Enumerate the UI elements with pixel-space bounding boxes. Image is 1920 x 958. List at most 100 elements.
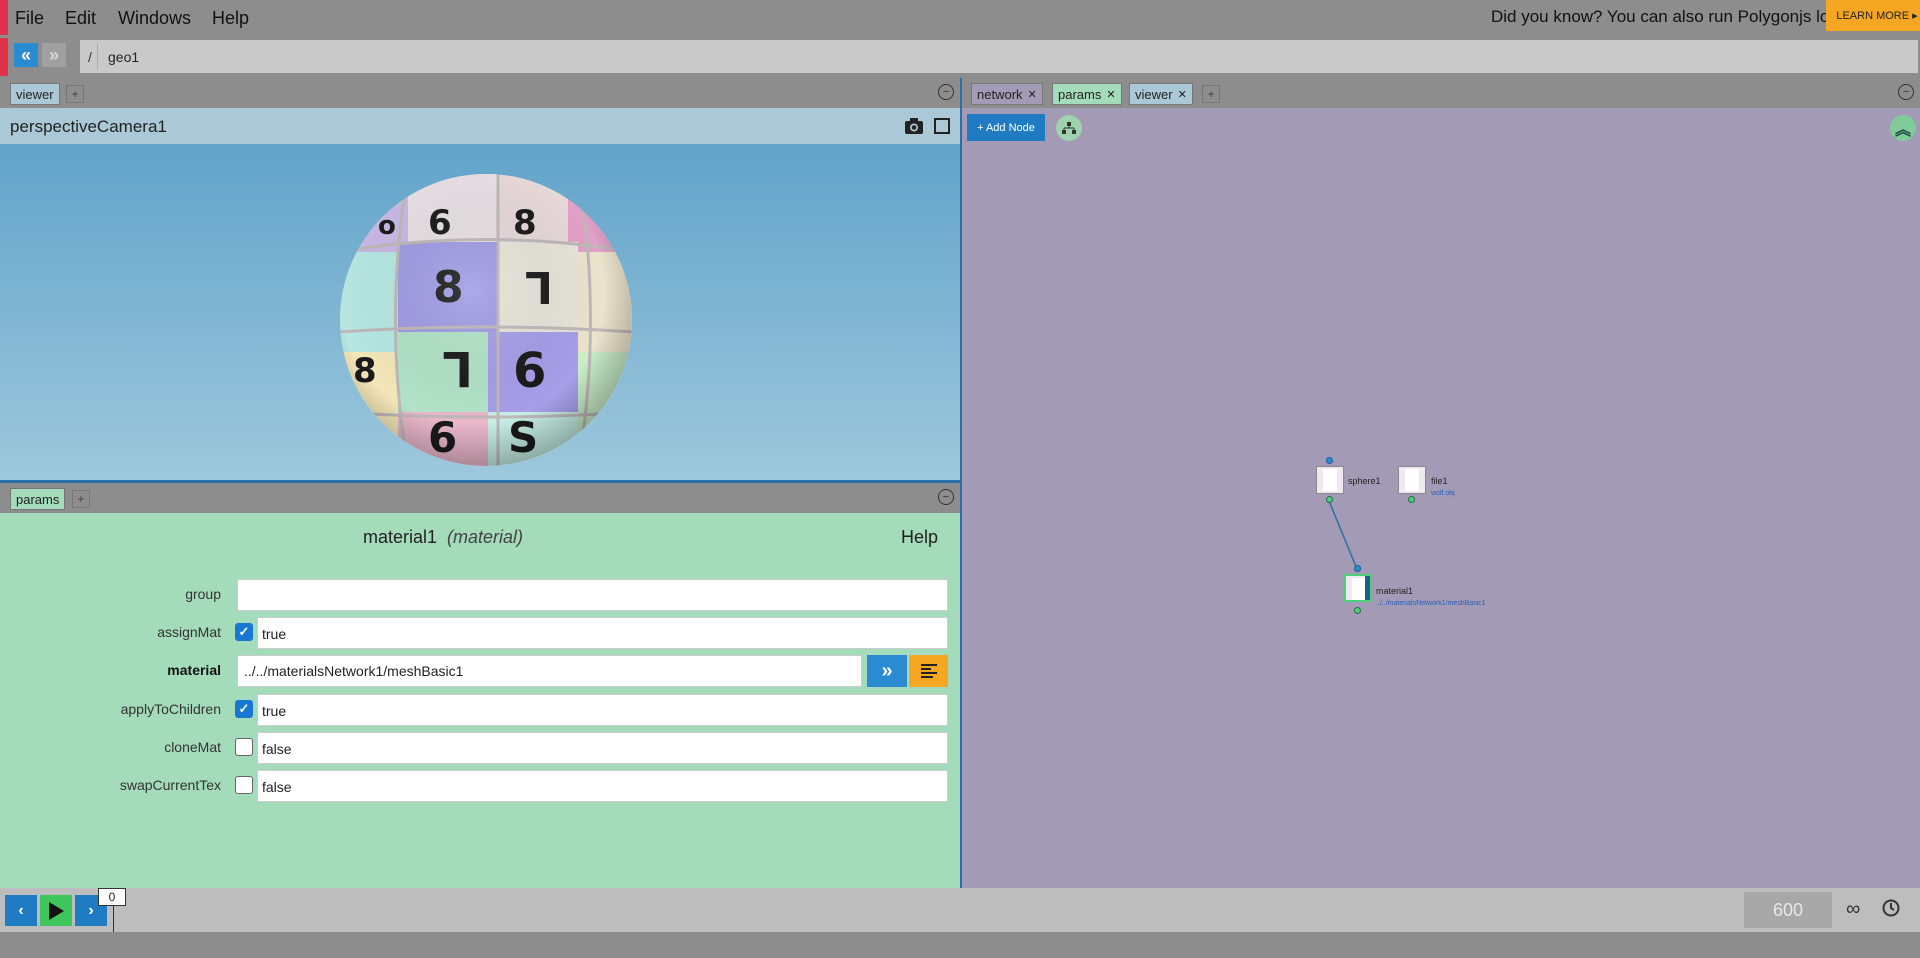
swapcurrenttex-checkbox[interactable] [235,776,253,794]
param-label: material [167,662,221,678]
play-icon [49,901,64,920]
param-label: applyToChildren [120,701,221,717]
param-row-material: material ../../materialsNetwork1/meshBas… [0,653,960,687]
double-chevron-left-icon: « [20,44,31,65]
output-port[interactable] [1354,607,1361,614]
node-connection [1328,500,1358,570]
applytochildren-value: true [257,694,948,726]
tab-label: viewer [1135,86,1173,102]
tab-network[interactable]: network ✕ [971,83,1043,105]
checkmark-icon: ✓ [238,701,250,716]
tab-params[interactable]: params [10,488,66,510]
previous-frame-button[interactable]: ‹ [5,895,37,926]
output-port[interactable] [1408,496,1415,503]
playhead-line [113,906,114,932]
chevron-right-icon: › [88,901,94,919]
tab-label: network [977,86,1023,102]
checkmark-icon: ✓ [238,624,250,639]
menu-help[interactable]: Help [212,8,249,29]
close-icon[interactable]: ✕ [1178,88,1187,101]
node-label: sphere1 [1348,476,1381,486]
menu-bar: File Edit Windows Help Did you know? You… [0,0,1920,35]
param-node-heading: material1 (material) [0,527,886,548]
param-row-swapcurrenttex: swapCurrentTex false [0,768,960,802]
network-node-sphere1[interactable] [1316,466,1344,494]
node-body [1323,469,1337,491]
close-icon[interactable]: ✕ [1028,88,1037,101]
close-icon[interactable]: ✕ [1106,88,1115,101]
network-node-material1[interactable] [1344,574,1372,602]
menu-windows[interactable]: Windows [118,8,191,29]
node-path-field[interactable]: / geo1 [80,40,1918,73]
timeline-bar[interactable]: ‹ › 0 600 ∞ [0,888,1920,932]
add-tab-button[interactable]: + [1202,85,1220,103]
network-node-file1[interactable] [1398,466,1426,494]
applytochildren-checkbox[interactable]: ✓ [235,700,253,718]
clonemat-value: false [257,732,948,764]
svg-text:L: L [358,421,380,461]
network-editor[interactable]: + Add Node ︽ sphere1 file1 wolf.obj mate… [962,108,1920,888]
add-tab-button[interactable]: + [72,490,90,508]
param-row-assignmat: assignMat ✓ true [0,615,960,649]
viewer-panel[interactable]: perspectiveCamera1 L [0,108,960,483]
node-type: (material) [447,527,524,547]
infinity-icon[interactable]: ∞ [1846,898,1860,921]
camera-selector[interactable]: perspectiveCamera1 [10,117,167,137]
tab-viewer[interactable]: viewer ✕ [1129,83,1193,105]
tab-viewer[interactable]: viewer [10,83,60,105]
output-port[interactable] [1326,496,1333,503]
input-port[interactable] [1326,457,1333,464]
assignmat-value: true [257,617,948,649]
display-flag[interactable] [1365,576,1370,600]
clonemat-checkbox[interactable] [235,738,253,756]
param-label: cloneMat [164,739,221,755]
right-pane: network ✕ params ✕ viewer ✕ + − + Add No… [960,78,1920,888]
node-selector-button[interactable] [909,655,948,687]
current-frame-indicator[interactable]: 0 [98,888,126,906]
play-button[interactable] [40,895,72,926]
swapcurrenttex-value: false [257,770,948,802]
assignmat-checkbox[interactable]: ✓ [235,623,253,641]
material-path-field[interactable]: ../../materialsNetwork1/meshBasic1 [237,655,862,687]
tab-label: params [1058,86,1102,102]
path-separator [97,44,98,69]
param-row-group: group [0,577,960,611]
navigate-up-button[interactable]: « [14,43,38,67]
textured-sphere-render: 6 8 8 L L 6 6 S 8 L o [340,174,632,466]
param-label: assignMat [157,624,221,640]
list-icon [920,664,937,678]
group-field[interactable] [237,579,948,611]
end-frame-field[interactable]: 600 [1744,892,1832,928]
viewer-tabstrip: viewer + − [0,78,960,108]
double-chevron-right-icon: » [881,659,893,682]
jump-to-node-button[interactable]: » [867,655,907,687]
param-row-applytochildren: applyToChildren ✓ true [0,692,960,726]
tab-label: viewer [16,86,54,102]
navigate-down-button[interactable]: » [42,43,66,67]
add-tab-button[interactable]: + [66,85,84,103]
tab-params[interactable]: params ✕ [1052,83,1122,105]
node-name: material1 [362,527,437,547]
menu-edit[interactable]: Edit [65,8,96,29]
collapse-panel-button[interactable]: − [938,489,954,505]
node-body [1352,578,1366,600]
menu-file[interactable]: File [15,8,44,29]
path-root[interactable]: / [88,49,92,65]
help-link[interactable]: Help [901,527,938,548]
chevron-left-icon: ‹ [18,901,24,919]
params-tabstrip: params + − [0,483,960,513]
left-pane: viewer + − perspectiveCamera1 L params +… [0,78,960,888]
node-subtitle: wolf.obj [1431,490,1455,497]
tab-label: params [16,491,60,507]
fullscreen-icon[interactable] [934,118,950,139]
learn-more-button[interactable]: LEARN MORE ▸ [1826,0,1920,31]
camera-icon[interactable] [904,117,924,140]
input-port[interactable] [1354,565,1361,572]
path-segment-geo1[interactable]: geo1 [108,49,139,65]
node-label: material1 [1376,586,1414,596]
clock-icon[interactable] [1882,899,1900,922]
collapse-panel-button[interactable]: − [938,84,954,100]
node-body [1405,469,1419,491]
param-row-clonemat: cloneMat false [0,730,960,764]
collapse-panel-button[interactable]: − [1898,84,1914,100]
